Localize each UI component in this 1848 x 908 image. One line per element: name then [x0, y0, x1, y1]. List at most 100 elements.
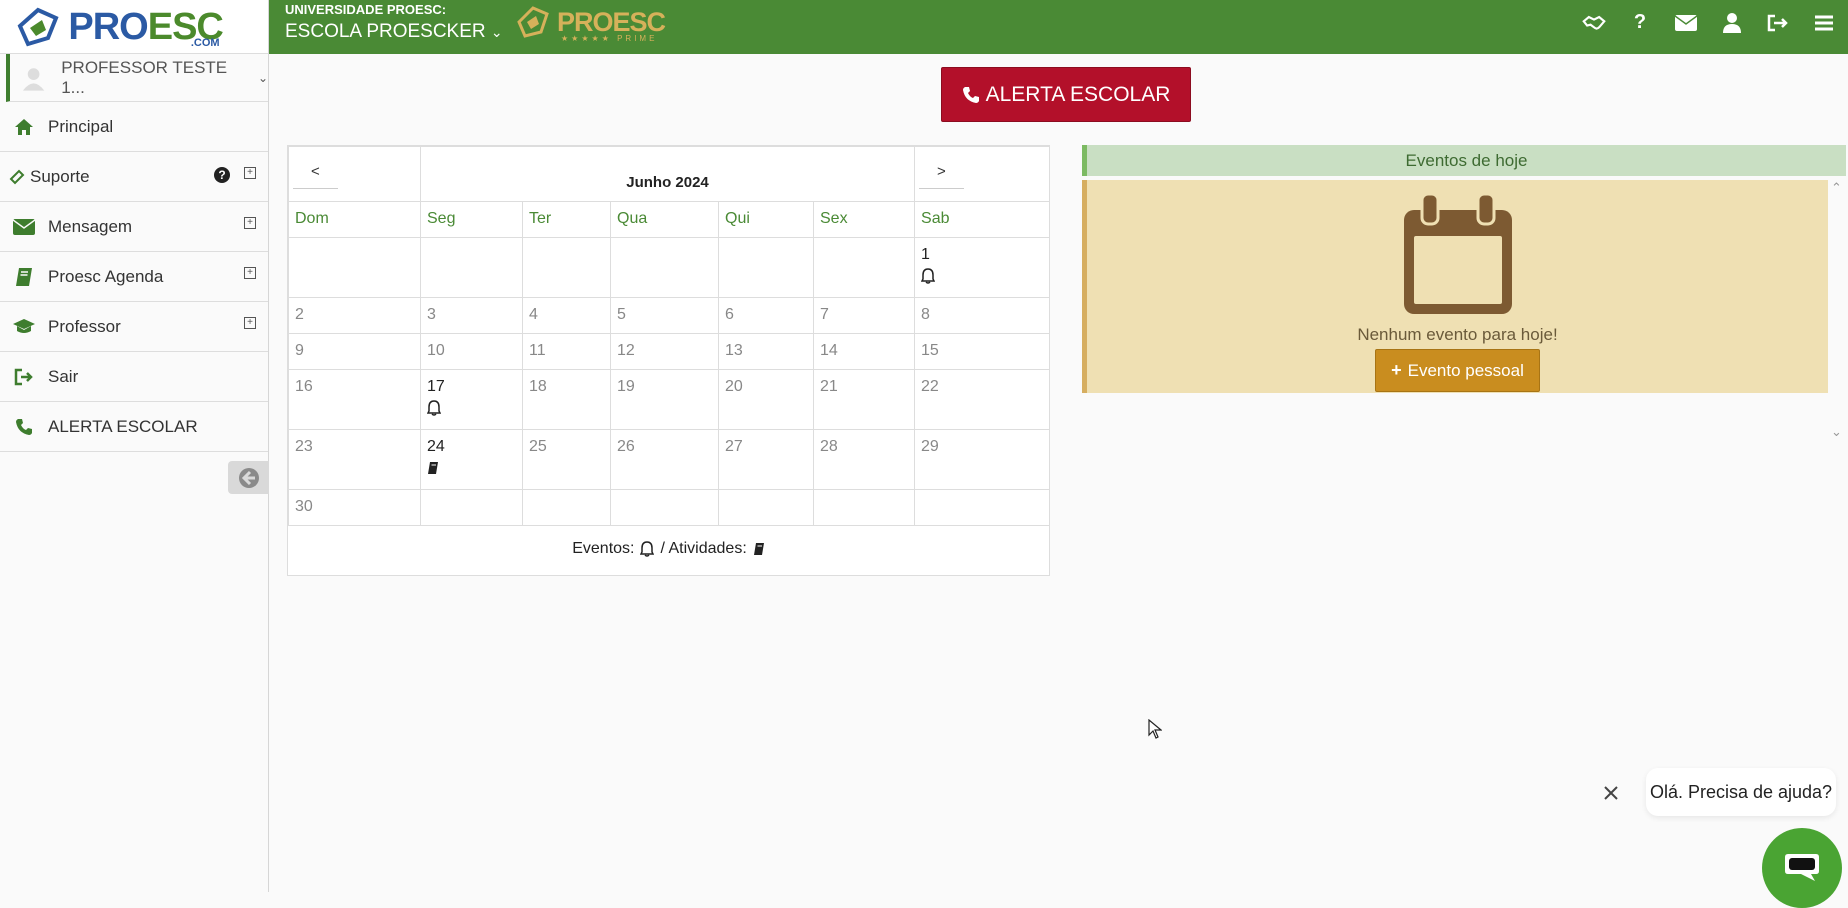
scroll-up-icon[interactable]: ⌃: [1831, 180, 1848, 196]
sidebar-item-professor[interactable]: Professor +: [0, 302, 268, 352]
day-cell[interactable]: 15: [914, 333, 1051, 370]
weekday-label: Qua: [610, 201, 719, 238]
chevron-down-icon: ⌄: [257, 70, 268, 85]
day-cell[interactable]: 3: [420, 297, 523, 334]
sidebar-item-suporte[interactable]: Suporte ? +: [0, 152, 268, 202]
day-cell[interactable]: 24: [420, 429, 523, 490]
day-cell[interactable]: 18: [522, 369, 611, 430]
alerta-escolar-button[interactable]: ALERTA ESCOLAR: [941, 67, 1191, 122]
school-name: ESCOLA PROESCKER: [285, 21, 486, 42]
day-cell[interactable]: 29: [914, 429, 1051, 490]
book-icon: [12, 266, 36, 288]
calendar-week-row: 23 24 25 26 27 28 29: [288, 429, 1051, 490]
sidebar-item-label: Sair: [48, 366, 79, 386]
user-menu[interactable]: PROFESSOR TESTE 1... ⌄: [6, 54, 268, 102]
day-cell[interactable]: 14: [812, 333, 916, 370]
legend-events-label: Eventos:: [572, 540, 635, 557]
calendar-week-row: 1: [288, 237, 1051, 298]
help-icon[interactable]: ?: [214, 167, 230, 183]
day-cell[interactable]: 6: [718, 297, 814, 334]
day-cell[interactable]: 17: [420, 369, 523, 430]
collapse-sidebar-button[interactable]: [228, 461, 269, 494]
day-cell[interactable]: 7: [812, 297, 916, 334]
envelope-icon[interactable]: [1674, 11, 1698, 35]
sidebar-item-proesc-agenda[interactable]: Proesc Agenda +: [0, 252, 268, 302]
book-icon: [753, 543, 764, 555]
day-cell-empty: [610, 489, 719, 526]
bell-icon[interactable]: [921, 268, 936, 284]
day-cell[interactable]: 21: [812, 369, 916, 430]
day-cell-empty: [610, 237, 719, 298]
home-icon: [12, 116, 36, 138]
day-cell[interactable]: 19: [610, 369, 719, 430]
prime-logo-subtitle: ★★★★★ PRIME: [561, 34, 658, 43]
sidebar-item-label: Mensagem: [48, 216, 133, 236]
add-personal-event-label: Evento pessoal: [1407, 360, 1524, 380]
chevron-down-icon: ⌄: [490, 24, 503, 40]
day-cell[interactable]: 25: [522, 429, 611, 490]
calendar-week-row: 16 17 18 19 20 21 22: [288, 369, 1051, 430]
day-cell-empty: [522, 237, 611, 298]
expand-icon[interactable]: +: [244, 167, 256, 179]
prime-logo-text: PROESC: [557, 6, 666, 37]
events-header: Eventos de hoje: [1082, 145, 1846, 176]
hamburger-menu-icon[interactable]: [1812, 11, 1836, 35]
weekday-label: Sab: [914, 201, 1051, 238]
sidebar-item-mensagem[interactable]: Mensagem +: [0, 202, 268, 252]
day-cell[interactable]: 26: [610, 429, 719, 490]
day-cell[interactable]: 27: [718, 429, 814, 490]
day-number: 24: [427, 438, 445, 455]
day-cell[interactable]: 11: [522, 333, 611, 370]
expand-icon[interactable]: +: [244, 267, 256, 279]
bell-icon[interactable]: [427, 400, 441, 416]
prime-shield-icon: [517, 6, 549, 38]
sign-out-icon: [12, 366, 36, 388]
day-cell[interactable]: 8: [914, 297, 1051, 334]
day-cell-empty: [718, 237, 814, 298]
handshake-icon[interactable]: [1582, 11, 1606, 35]
day-cell[interactable]: 9: [288, 333, 421, 370]
day-cell[interactable]: 4: [522, 297, 611, 334]
chat-greeting-bubble[interactable]: Olá. Precisa de ajuda?: [1646, 768, 1836, 816]
weekday-header-row: Dom Seg Ter Qua Qui Sex Sab: [288, 201, 1051, 238]
day-cell[interactable]: 10: [420, 333, 523, 370]
proesc-logo[interactable]: PROESC .COM: [0, 0, 268, 54]
day-cell[interactable]: 22: [914, 369, 1051, 430]
events-body[interactable]: Nenhum evento para hoje! + Evento pessoa…: [1082, 180, 1828, 393]
chat-launcher-button[interactable]: [1762, 828, 1842, 908]
sidebar-item-alerta-escolar[interactable]: ALERTA ESCOLAR: [0, 402, 268, 452]
bell-icon: [640, 541, 655, 557]
sidebar-item-principal[interactable]: Principal: [0, 102, 268, 152]
school-selector[interactable]: ESCOLA PROESCKER ⌄: [285, 21, 503, 43]
phone-icon: [12, 416, 36, 438]
scroll-down-icon[interactable]: ⌄: [1831, 424, 1848, 440]
close-chat-icon[interactable]: [1596, 778, 1626, 808]
question-icon[interactable]: ?: [1628, 11, 1652, 35]
day-cell[interactable]: 2: [288, 297, 421, 334]
weekday-label: Sex: [812, 201, 916, 238]
book-icon[interactable]: [427, 460, 439, 476]
day-cell[interactable]: 1: [914, 237, 1051, 298]
university-label: UNIVERSIDADE PROESC:: [285, 2, 447, 17]
day-cell[interactable]: 12: [610, 333, 719, 370]
day-cell[interactable]: 28: [812, 429, 916, 490]
expand-icon[interactable]: +: [244, 217, 256, 229]
day-cell[interactable]: 30: [288, 489, 421, 526]
day-cell[interactable]: 23: [288, 429, 421, 490]
day-cell[interactable]: 20: [718, 369, 814, 430]
user-icon[interactable]: [1720, 11, 1744, 35]
expand-icon[interactable]: +: [244, 317, 256, 329]
sidebar-item-label: Principal: [48, 116, 114, 136]
prev-month-button[interactable]: <: [293, 157, 338, 189]
day-cell[interactable]: 5: [610, 297, 719, 334]
proesc-prime-logo: PROESC ★★★★★ PRIME: [513, 4, 666, 43]
weekday-label: Dom: [288, 201, 421, 238]
day-cell[interactable]: 16: [288, 369, 421, 430]
add-personal-event-button[interactable]: + Evento pessoal: [1375, 349, 1540, 392]
day-number: 17: [427, 378, 445, 395]
day-number: 1: [921, 246, 930, 263]
sign-out-icon[interactable]: [1766, 11, 1790, 35]
sidebar-item-sair[interactable]: Sair: [0, 352, 268, 402]
day-cell[interactable]: 13: [718, 333, 814, 370]
next-month-button[interactable]: >: [919, 157, 964, 189]
